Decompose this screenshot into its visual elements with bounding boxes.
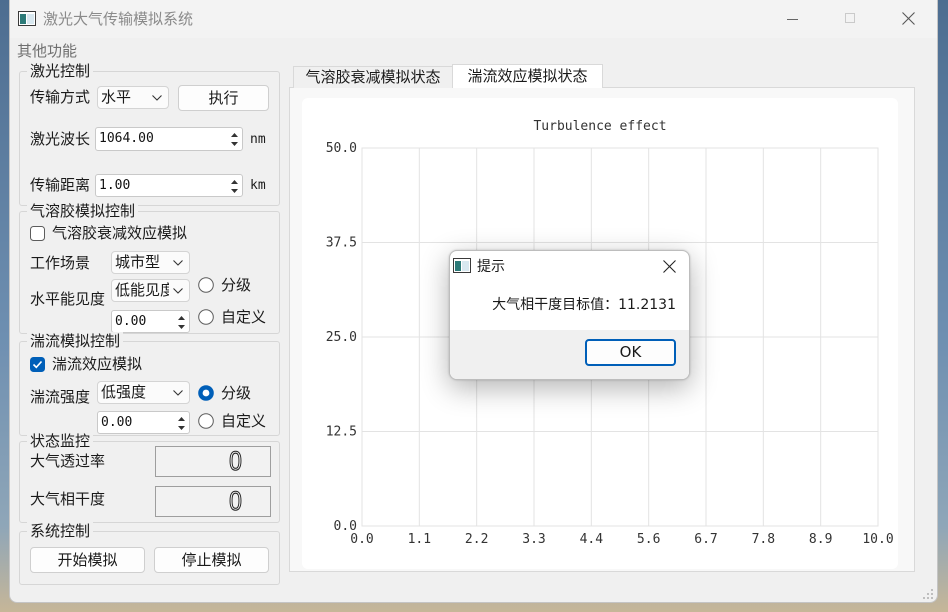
x-tick-label: 2.2 — [465, 532, 488, 547]
desktop: 激光大气传输模拟系统 其他功能 激光控制 传输方式 水平 执行 激光波长 106… — [0, 0, 948, 612]
x-tick-label: 8.9 — [809, 532, 832, 547]
wavelength-unit: nm — [250, 132, 266, 147]
visibility-custom-value: 0.00 — [115, 314, 147, 329]
y-tick-label: 37.5 — [326, 236, 357, 251]
y-tick-label: 50.0 — [326, 141, 357, 156]
transmittance-value: 0 — [229, 446, 243, 476]
x-tick-label: 3.3 — [522, 532, 545, 547]
chevron-down-icon — [173, 288, 183, 294]
y-tick-label: 12.5 — [326, 425, 357, 440]
turbulence-graded-radio[interactable] — [198, 385, 214, 401]
visibility-label: 水平能见度 — [30, 290, 106, 308]
distance-unit: km — [250, 178, 266, 193]
aerosol-custom-radio[interactable] — [198, 309, 214, 325]
x-tick-label: 6.7 — [694, 532, 717, 547]
x-tick-label: 4.4 — [580, 532, 604, 547]
transmission-mode-value: 水平 — [101, 88, 132, 106]
maximize-icon[interactable] — [845, 13, 855, 23]
scene-select[interactable]: 城市型 — [111, 251, 190, 274]
turbulence-graded-label[interactable]: 分级 — [221, 384, 251, 402]
stop-simulation-button[interactable]: 停止模拟 — [154, 547, 269, 573]
aerosol-graded-radio[interactable] — [198, 277, 214, 293]
visibility-custom-spinbox[interactable]: 0.00 — [111, 310, 190, 333]
turbulence-custom-radio[interactable] — [198, 413, 214, 429]
transmission-mode-select[interactable]: 水平 — [97, 86, 169, 109]
coherence-lcd: 0 — [155, 486, 271, 517]
close-icon[interactable] — [902, 12, 915, 25]
y-tick-label: 0.0 — [334, 519, 357, 534]
menu-other-functions[interactable]: 其他功能 — [17, 42, 77, 60]
chart-title: Turbulence effect — [533, 119, 667, 134]
distance-label: 传输距离 — [30, 176, 91, 194]
spin-arrows[interactable] — [175, 413, 188, 433]
scene-value: 城市型 — [115, 253, 161, 271]
spin-up-icon[interactable] — [178, 417, 185, 421]
distance-spinbox[interactable]: 1.00 — [95, 174, 243, 197]
execute-button[interactable]: 执行 — [178, 85, 269, 111]
x-tick-label: 5.6 — [637, 532, 660, 547]
wavelength-spinbox[interactable]: 1064.00 — [95, 127, 243, 151]
spin-down-icon[interactable] — [178, 426, 185, 430]
chevron-down-icon — [173, 390, 183, 396]
distance-value: 1.00 — [99, 178, 131, 193]
turbulence-strength-label: 湍流强度 — [30, 388, 91, 406]
aerosol-graded-label[interactable]: 分级 — [221, 276, 251, 294]
size-grip-icon[interactable] — [922, 588, 934, 600]
spin-up-icon[interactable] — [178, 316, 185, 320]
spin-down-icon[interactable] — [231, 189, 238, 193]
x-tick-label: 0.0 — [350, 532, 373, 547]
transmittance-label: 大气透过率 — [30, 452, 106, 470]
wavelength-value: 1064.00 — [99, 131, 154, 146]
window-title: 激光大气传输模拟系统 — [43, 10, 194, 28]
coherence-value: 0 — [229, 486, 243, 516]
app-window-icon — [453, 258, 471, 273]
ok-button[interactable]: OK — [585, 339, 676, 366]
start-simulation-button[interactable]: 开始模拟 — [30, 547, 145, 573]
tab-aerosol-status[interactable]: 气溶胶衰减模拟状态 — [293, 66, 453, 88]
status-monitor-title: 状态监控 — [27, 432, 94, 450]
chevron-down-icon — [173, 260, 183, 266]
dialog-title: 提示 — [477, 259, 505, 275]
coherence-label: 大气相干度 — [30, 490, 106, 508]
message-dialog: 提示 大气相干度目标值：11.2131 OK — [449, 250, 690, 380]
y-tick-label: 25.0 — [326, 330, 357, 345]
x-tick-label: 7.8 — [752, 532, 775, 547]
tab-turbulence-status[interactable]: 湍流效应模拟状态 — [452, 64, 603, 88]
turbulence-control-title: 湍流模拟控制 — [27, 332, 124, 350]
turbulence-strength-select[interactable]: 低强度 — [97, 381, 190, 404]
turbulence-custom-value: 0.00 — [101, 415, 133, 430]
wavelength-label: 激光波长 — [30, 130, 91, 148]
spin-arrows[interactable] — [228, 129, 241, 149]
x-tick-label: 1.1 — [408, 532, 431, 547]
turbulence-enable-label[interactable]: 湍流效应模拟 — [52, 355, 142, 373]
aerosol-enable-checkbox[interactable] — [30, 226, 45, 241]
spin-arrows[interactable] — [228, 176, 241, 196]
spin-down-icon[interactable] — [231, 142, 238, 146]
app-window-icon — [18, 11, 36, 26]
laser-control-title: 激光控制 — [27, 62, 94, 80]
turbulence-custom-label[interactable]: 自定义 — [221, 412, 266, 430]
dialog-message: 大气相干度目标值：11.2131 — [492, 297, 676, 313]
aerosol-enable-label[interactable]: 气溶胶衰减效应模拟 — [52, 224, 187, 242]
aerosol-custom-label[interactable]: 自定义 — [221, 308, 266, 326]
x-tick-label: 10.0 — [862, 532, 893, 547]
aerosol-control-title: 气溶胶模拟控制 — [27, 202, 139, 220]
turbulence-custom-spinbox[interactable]: 0.00 — [97, 411, 190, 434]
transmittance-lcd: 0 — [155, 446, 271, 477]
turbulence-enable-checkbox[interactable] — [30, 357, 45, 372]
turbulence-strength-value: 低强度 — [101, 383, 147, 401]
close-icon[interactable] — [663, 260, 676, 273]
transmission-mode-label: 传输方式 — [30, 88, 91, 106]
visibility-value: 低能见度 — [115, 281, 169, 299]
visibility-select[interactable]: 低能见度 — [111, 279, 190, 302]
system-control-title: 系统控制 — [27, 522, 94, 540]
chevron-down-icon — [152, 95, 162, 101]
spin-up-icon[interactable] — [231, 180, 238, 184]
spin-down-icon[interactable] — [178, 325, 185, 329]
scene-label: 工作场景 — [30, 254, 91, 272]
spin-up-icon[interactable] — [231, 133, 238, 137]
spin-arrows[interactable] — [175, 312, 188, 332]
minimize-icon[interactable] — [787, 19, 798, 20]
